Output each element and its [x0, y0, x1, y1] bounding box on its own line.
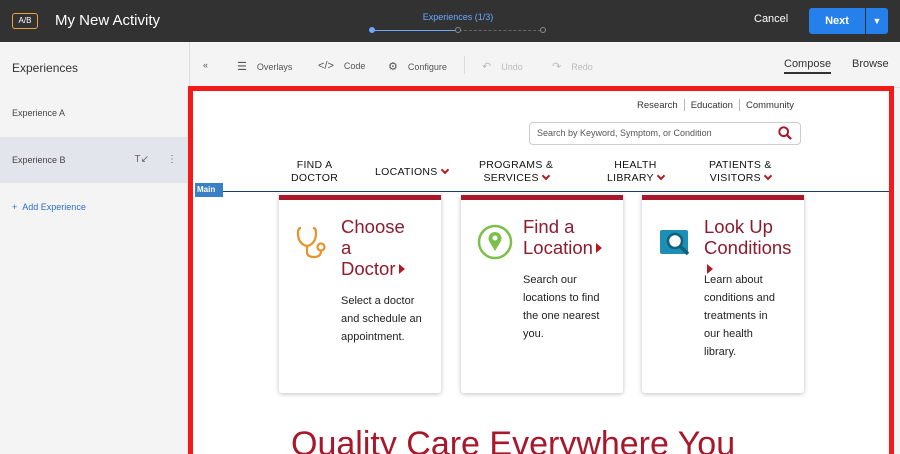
redo-icon: ↷ — [552, 61, 562, 73]
arrow-right-icon — [398, 264, 405, 274]
ab-badge: A/B — [12, 13, 38, 29]
cancel-button[interactable]: Cancel — [754, 13, 788, 25]
card-title: Look Up Conditions — [704, 216, 800, 279]
code-label: Code — [343, 61, 366, 71]
plus-icon: + — [12, 202, 18, 212]
tab-browse[interactable]: Browse — [852, 58, 889, 70]
overlays-button[interactable]: ☰ Overlays — [237, 60, 292, 73]
util-link-education[interactable]: Education — [685, 100, 739, 111]
stethoscope-icon — [296, 226, 326, 259]
card-look-up-conditions[interactable]: Look Up Conditions Learn about conditions … — [642, 195, 804, 393]
editor-toolbar: « ☰ Overlays </> Code ⚙ Configure ↶ Undo ↷ Re… — [191, 42, 900, 88]
search-icon[interactable] — [778, 126, 792, 140]
configure-button[interactable]: ⚙ Configure — [388, 60, 447, 73]
next-dropdown-button[interactable]: ▼ — [866, 8, 888, 34]
card-description: Search our locations to find the one neare… — [523, 274, 600, 340]
card-description: Select a doctor and schedule an appointmen… — [341, 295, 422, 343]
page-canvas[interactable]: Research Education Community Search by Key… — [188, 86, 894, 454]
redo-button[interactable]: ↷ Redo — [552, 60, 593, 73]
card-find-location[interactable]: Find a Location Search our locations to fi… — [461, 195, 623, 393]
gear-icon: ⚙ — [388, 61, 398, 73]
undo-label: Undo — [501, 62, 523, 72]
chevron-down-icon — [541, 171, 550, 181]
rename-icon[interactable]: T↙ — [135, 154, 150, 165]
top-bar: A/B My New Activity Experiences (1/3) Ca… — [0, 0, 900, 42]
nav-health-library[interactable]: HEALTH LIBRARY — [607, 159, 666, 185]
more-options-icon[interactable]: ⋮ — [167, 154, 177, 165]
experience-b-item[interactable]: Experience B T↙ ⋮ — [0, 137, 189, 183]
add-experience-label: Add Experience — [22, 202, 86, 212]
arrow-right-icon — [595, 243, 602, 253]
progress-active-line — [372, 30, 458, 31]
util-link-research[interactable]: Research — [631, 100, 684, 111]
experience-label: Experience B — [12, 155, 66, 165]
activity-title[interactable]: My New Activity — [55, 12, 160, 29]
toolbar-divider — [464, 56, 465, 74]
utility-nav: Research Education Community — [631, 99, 800, 111]
configure-label: Configure — [407, 62, 447, 72]
magnifier-document-icon — [660, 230, 690, 256]
page-headline: Quality Care Everywhere You — [291, 425, 736, 454]
code-button[interactable]: </> Code — [318, 60, 365, 72]
code-icon: </> — [318, 60, 334, 72]
overlays-label: Overlays — [256, 62, 293, 72]
card-title: Choose a Doctor — [341, 216, 405, 279]
nav-find-a-doctor[interactable]: FIND A DOCTOR — [291, 159, 338, 185]
experience-a-item[interactable]: Experience A — [0, 90, 189, 136]
website-preview: Research Education Community Search by Key… — [195, 91, 889, 454]
undo-button[interactable]: ↶ Undo — [482, 60, 523, 73]
card-description: Learn about conditions and treatments in ou… — [704, 274, 775, 358]
main-nav-border — [195, 191, 889, 192]
tab-compose[interactable]: Compose — [784, 58, 832, 74]
experiences-title: Experiences — [12, 61, 79, 75]
location-pin-icon — [477, 224, 513, 260]
progress-label: Experiences (1/3) — [422, 12, 494, 22]
site-search-input[interactable]: Search by Keyword, Symptom, or Condition — [529, 122, 801, 145]
nav-locations[interactable]: LOCATIONS — [375, 165, 449, 179]
next-button[interactable]: Next — [809, 8, 865, 34]
undo-icon: ↶ — [482, 61, 492, 73]
chevron-down-icon — [440, 165, 449, 175]
nav-patients-visitors[interactable]: PATIENTS & VISITORS — [709, 159, 773, 185]
experiences-panel: Experiences Experience A Experience B T↙… — [0, 42, 190, 454]
chevron-down-icon — [763, 171, 773, 181]
card-title: Find a Location — [523, 216, 619, 258]
redo-label: Redo — [571, 62, 593, 72]
progress-step-2[interactable] — [455, 27, 461, 33]
chevron-down-icon — [656, 171, 666, 181]
progress-step-1[interactable] — [369, 27, 375, 33]
progress-step-3[interactable] — [540, 27, 546, 33]
layers-icon: ☰ — [237, 61, 247, 73]
collapse-panel-icon[interactable]: « — [203, 60, 208, 70]
experience-label: Experience A — [12, 108, 66, 118]
add-experience-button[interactable]: + Add Experience — [12, 202, 86, 212]
card-choose-doctor[interactable]: Choose a Doctor Select a doctor and schedul… — [279, 195, 441, 393]
util-link-community[interactable]: Community — [740, 100, 800, 111]
main-region-tag[interactable]: Main — [195, 183, 223, 197]
chevron-down-icon: ▼ — [872, 16, 882, 26]
search-placeholder: Search by Keyword, Symptom, or Condition — [537, 128, 712, 138]
nav-programs-services[interactable]: PROGRAMS & SERVICES — [479, 159, 553, 185]
